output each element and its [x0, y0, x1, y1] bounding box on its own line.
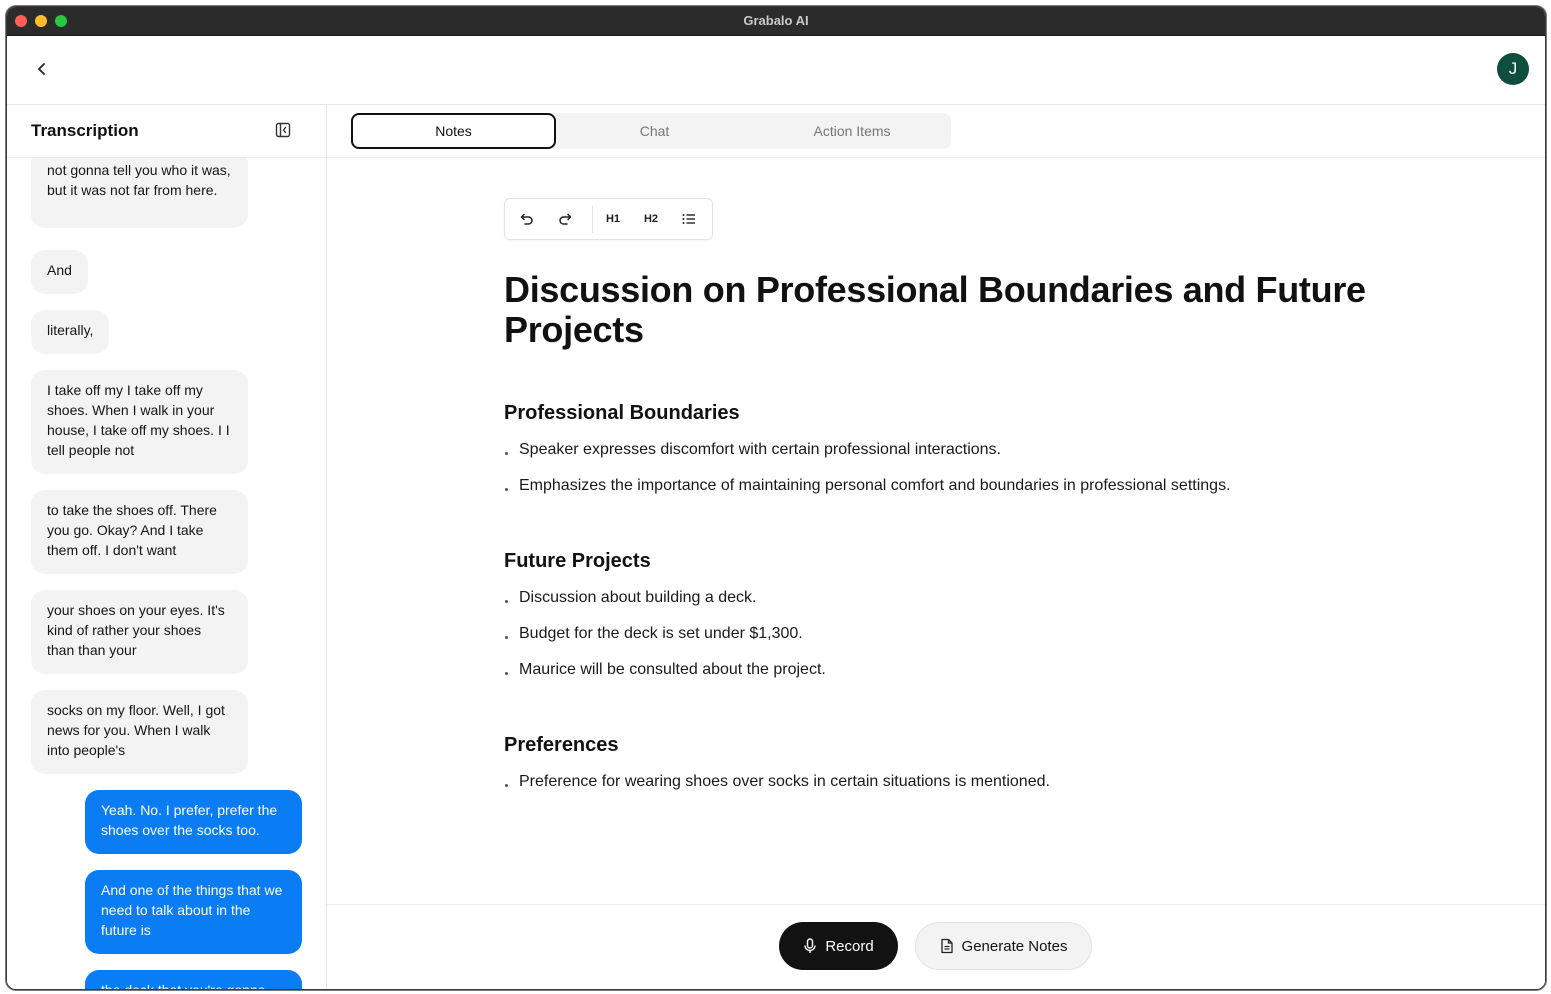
bullet-item: Maurice will be consulted about the proj…: [504, 660, 1384, 696]
tab-chat[interactable]: Chat: [556, 113, 753, 149]
tab-group: Notes Chat Action Items: [351, 113, 951, 149]
collapse-sidebar-button[interactable]: [275, 122, 293, 140]
toolbar-divider: [592, 205, 593, 233]
document-title: Discussion on Professional Boundaries an…: [504, 269, 1366, 350]
section-bullets: Speaker expresses discomfort with certai…: [504, 440, 1384, 512]
bullet-list-button[interactable]: [675, 205, 703, 233]
tab-notes[interactable]: Notes: [351, 113, 556, 149]
transcript-message: socks on my floor. Well, I got news for …: [31, 690, 248, 774]
transcript-list[interactable]: not gonna tell you who it was, but it wa…: [7, 158, 326, 989]
chevron-left-icon: [38, 63, 45, 75]
bullet-item: Emphasizes the importance of maintaining…: [504, 476, 1384, 512]
transcript-message: to take the shoes off. There you go. Oka…: [31, 490, 248, 574]
bullet-item: Speaker expresses discomfort with certai…: [504, 440, 1384, 476]
transcript-message: And: [31, 250, 88, 294]
editor-toolbar: H1 H2: [504, 198, 713, 240]
record-button[interactable]: Record: [779, 922, 898, 970]
bullet-item: Budget for the deck is set under $1,300.: [504, 624, 1384, 660]
tab-bar: Notes Chat Action Items: [327, 105, 1545, 158]
section-heading: Preferences: [504, 734, 619, 756]
document-icon: [940, 938, 953, 954]
section-bullets: Preference for wearing shoes over socks …: [504, 772, 1384, 808]
title-bar: Grabalo AI: [7, 7, 1545, 36]
notes-document[interactable]: Discussion on Professional Boundaries an…: [504, 269, 1384, 791]
transcript-message-self: the deck that you're gonna: [85, 970, 302, 989]
transcription-header: Transcription: [7, 105, 326, 158]
record-label: Record: [825, 937, 874, 955]
transcript-message: not gonna tell you who it was, but it wa…: [31, 158, 248, 228]
tab-action-items[interactable]: Action Items: [753, 113, 951, 149]
section-heading: Professional Boundaries: [504, 402, 740, 424]
transcript-message: your shoes on your eyes. It's kind of ra…: [31, 590, 248, 674]
app-header: J: [7, 36, 1545, 105]
bullet-item: Preference for wearing shoes over socks …: [504, 772, 1384, 808]
window-title: Grabalo AI: [743, 13, 809, 28]
transcription-title: Transcription: [31, 121, 139, 140]
transcript-message-self: Yeah. No. I prefer, prefer the shoes ove…: [85, 790, 302, 854]
back-button[interactable]: [29, 56, 55, 82]
notes-area: Notes Chat Action Items H1 H2 Discussion…: [327, 105, 1545, 989]
undo-button[interactable]: [513, 205, 541, 233]
app-window: Grabalo AI J Transcription not gonna tel…: [6, 6, 1546, 990]
transcript-message: I take off my I take off my shoes. When …: [31, 370, 248, 474]
section-bullets: Discussion about building a deck. Budget…: [504, 588, 1384, 696]
redo-icon: [559, 213, 572, 225]
transcription-panel: Transcription not gonna tell you who it …: [7, 105, 327, 989]
generate-notes-button[interactable]: Generate Notes: [915, 922, 1092, 970]
undo-icon: [520, 213, 533, 225]
sidebar-collapse-icon: [275, 122, 291, 138]
heading1-button[interactable]: H1: [599, 205, 627, 233]
generate-notes-label: Generate Notes: [961, 937, 1068, 955]
list-icon: [682, 214, 695, 224]
user-avatar[interactable]: J: [1497, 53, 1529, 85]
transcript-message-self: And one of the things that we need to ta…: [85, 870, 302, 954]
transcript-message: literally,: [31, 310, 110, 354]
section-heading: Future Projects: [504, 550, 651, 572]
action-footer: Record Generate Notes: [327, 904, 1545, 989]
microphone-icon: [804, 938, 817, 953]
redo-button[interactable]: [551, 205, 579, 233]
heading2-button[interactable]: H2: [637, 205, 665, 233]
bullet-item: Discussion about building a deck.: [504, 588, 1384, 624]
